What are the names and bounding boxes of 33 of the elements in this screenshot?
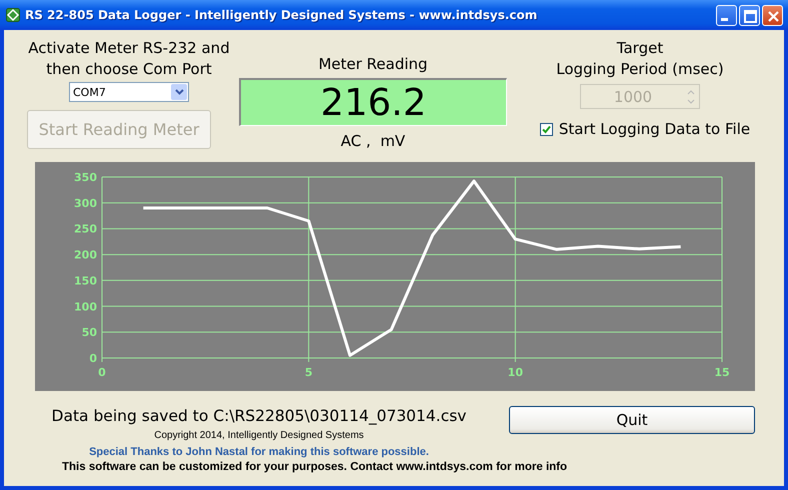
logging-period-label: Logging Period (msec)	[556, 59, 724, 80]
copyright-text: Copyright 2014, Intelligently Designed Systems	[154, 430, 364, 441]
y-tick-label: 250	[74, 222, 97, 236]
y-tick-label: 0	[89, 352, 97, 365]
close-button[interactable]	[762, 4, 783, 26]
com-port-dropdown[interactable]: COM7	[69, 82, 189, 102]
units-label: AC , mV	[340, 132, 406, 150]
x-tick-label: 10	[508, 366, 523, 379]
x-tick-label: 5	[304, 366, 312, 379]
window-title: RS 22-805 Data Logger - Intelligently Designed Systems - www.intdsys.com	[25, 8, 538, 22]
maximize-button[interactable]	[739, 4, 760, 26]
y-tick-label: 300	[74, 196, 97, 210]
x-tick-label: 0	[98, 366, 106, 379]
y-tick-label: 200	[74, 248, 97, 262]
x-tick-label: 15	[714, 366, 730, 379]
app-icon	[6, 8, 20, 22]
minimize-icon	[720, 18, 728, 20]
y-tick-label: 50	[82, 326, 97, 340]
y-tick-label: 100	[74, 300, 97, 314]
thanks-text: Special Thanks to John Nastal for making this software possible.	[89, 446, 429, 458]
save-status: Data being saved to C:\RS22805\030114_073014.csv	[52, 407, 466, 425]
meter-reading-label: Meter Reading	[318, 54, 428, 74]
y-tick-label: 150	[74, 274, 97, 288]
port-instruction: Activate Meter RS-232 and	[28, 38, 230, 59]
logging-checkbox-label: Start Logging Data to File	[558, 120, 750, 138]
y-tick-label: 350	[74, 171, 97, 184]
meter-display: 216.2	[239, 78, 507, 126]
port-instruction: then choose Com Port	[46, 59, 212, 80]
quit-button[interactable]: Quit	[509, 406, 755, 434]
logging-period-label: Target	[616, 38, 664, 59]
info-text: This software can be customized for your purposes. Contact www.intdsys.com for more info	[62, 461, 568, 473]
logging-checkbox[interactable]	[540, 122, 553, 136]
minimize-button[interactable]	[716, 4, 737, 26]
